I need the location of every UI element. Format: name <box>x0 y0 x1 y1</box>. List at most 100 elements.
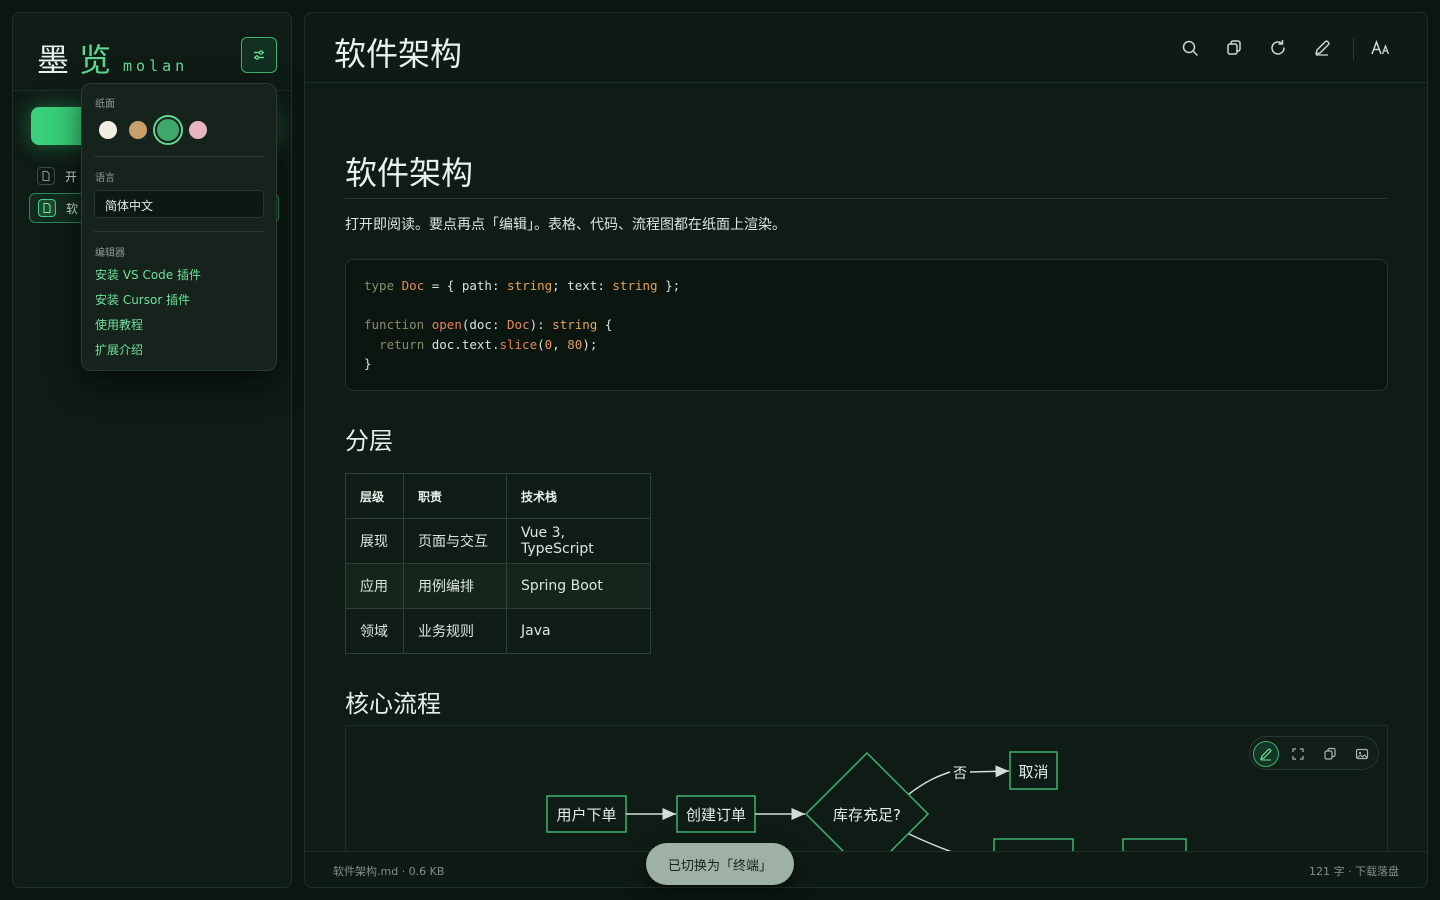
paper-swatch-green-selected[interactable] <box>155 117 181 143</box>
code-token: Doc <box>507 317 530 332</box>
flow-node-next-2 <box>1122 838 1187 851</box>
table-header: 层级 <box>345 473 404 519</box>
code-token: ): <box>529 317 553 332</box>
editor-label: 编辑器 <box>95 248 125 259</box>
word-count-status: 121 字 · 下载落盘 <box>1309 865 1399 878</box>
flow-edge-yes <box>908 833 952 851</box>
edit-button[interactable] <box>1311 37 1333 59</box>
sidebar-item-label: 开 <box>65 169 78 184</box>
code-token: string <box>507 278 553 293</box>
table-cell: Java <box>506 608 651 654</box>
language-select[interactable]: 简体中文 <box>94 190 264 218</box>
language-label: 语言 <box>95 173 115 184</box>
topbar: 软件架构 <box>305 13 1427 83</box>
section-heading-flow: 核心流程 <box>345 690 441 718</box>
tutorial-link[interactable]: 使用教程 <box>95 316 143 333</box>
sidebar-item-label: 软 <box>66 201 79 216</box>
heading-rule <box>345 198 1387 199</box>
code-token: } <box>364 356 372 371</box>
code-token: }; <box>657 278 681 293</box>
code-token: open <box>431 317 462 332</box>
code-token: Doc <box>401 278 425 293</box>
flow-decision-stock <box>804 751 930 851</box>
table-header: 职责 <box>403 473 507 519</box>
table-cell: 展现 <box>345 518 404 564</box>
code-token: (doc: <box>461 317 508 332</box>
code-token: string <box>552 317 598 332</box>
toolbar-separator <box>1353 38 1354 60</box>
paper-swatch-cream[interactable] <box>99 121 117 139</box>
layers-table: 层级 职责 技术栈 展现 页面与交互 Vue 3, TypeScript 应用 … <box>345 473 651 654</box>
flow-edit-button[interactable] <box>1253 741 1279 767</box>
flow-fullscreen-button[interactable] <box>1285 741 1311 767</box>
flowchart-canvas: 用户下单 创建订单 库存充足? 否 取消 <box>546 751 1187 851</box>
refresh-icon <box>1271 39 1285 55</box>
install-cursor-link[interactable]: 安装 Cursor 插件 <box>95 291 190 308</box>
code-token: type <box>364 278 395 293</box>
code-token: ; text: <box>552 278 613 293</box>
copy-icon <box>1324 747 1336 760</box>
search-button[interactable] <box>1179 37 1201 59</box>
flow-node-create-label: 创建订单 <box>686 806 746 824</box>
code-block: type Doc = { path: string; text: string … <box>345 259 1388 391</box>
table-cell: 领域 <box>345 608 404 654</box>
flow-decision-label: 库存充足? <box>833 806 901 824</box>
code-token: , <box>552 336 568 352</box>
flow-node-next <box>993 838 1074 851</box>
search-icon <box>1182 40 1198 56</box>
fullscreen-icon <box>1292 748 1304 760</box>
flow-node-order-label: 用户下单 <box>556 806 616 824</box>
flow-copy-button[interactable] <box>1317 741 1343 767</box>
code-token: string <box>612 278 658 293</box>
main-panel: 软件架构 软件架构 打开即阅读。要点再点「编辑」。表格、代码、流程图都在纸面上渲… <box>304 12 1428 888</box>
settings-toggle-button[interactable] <box>241 37 277 73</box>
flow-edge-no <box>908 771 951 795</box>
sliders-icon <box>254 50 264 60</box>
code-token: ); <box>582 336 598 352</box>
paper-swatch-tan[interactable] <box>129 121 147 139</box>
copy-icon <box>1227 40 1241 55</box>
table-cell: 页面与交互 <box>403 518 507 564</box>
flow-node-cancel-label: 取消 <box>1018 763 1048 781</box>
status-bar: 软件架构.md · 0.6 KB 121 字 · 下载落盘 <box>305 851 1427 887</box>
document-heading: 软件架构 <box>345 154 474 192</box>
table-cell: 业务规则 <box>403 608 507 654</box>
install-vscode-link[interactable]: 安装 VS Code 插件 <box>95 266 201 283</box>
paper-swatch-pink[interactable] <box>189 121 207 139</box>
intro-paragraph: 打开即阅读。要点再点「编辑」。表格、代码、流程图都在纸面上渲染。 <box>345 217 786 233</box>
image-icon <box>1355 748 1369 760</box>
code-token: 80 <box>567 336 583 352</box>
code-token: return <box>379 336 425 352</box>
pencil-icon <box>1315 40 1330 56</box>
table-header: 技术栈 <box>506 473 651 519</box>
divider <box>94 156 264 157</box>
refresh-button[interactable] <box>1267 37 1289 59</box>
flow-edge-no-label: 否 <box>953 766 967 782</box>
font-size-icon <box>1371 39 1390 55</box>
table-row: 应用 用例编排 Spring Boot <box>345 563 651 609</box>
flowchart: 用户下单 创建订单 库存充足? 否 取消 <box>345 725 1388 851</box>
font-size-button[interactable] <box>1369 37 1393 59</box>
code-token: ( <box>537 336 545 352</box>
extension-intro-link[interactable]: 扩展介绍 <box>95 341 143 358</box>
table-cell: Vue 3, TypeScript <box>506 518 651 564</box>
table-cell: 应用 <box>345 563 404 609</box>
code-token: = { path: <box>424 278 508 293</box>
file-icon <box>37 167 55 185</box>
table-cell: 用例编排 <box>403 563 507 609</box>
table-row: 领域 业务规则 Java <box>345 608 651 654</box>
brand-name-part1: 墨 <box>37 41 70 79</box>
flow-edge-no-arrow <box>969 765 1010 778</box>
code-token: doc.text. <box>424 336 500 352</box>
file-info: 软件架构.md · 0.6 KB <box>333 865 445 878</box>
divider <box>94 231 264 232</box>
copy-button[interactable] <box>1223 37 1245 59</box>
flow-export-image-button[interactable] <box>1349 741 1375 767</box>
brand-name-part2: 览 <box>79 41 112 79</box>
brand-latin: molan <box>123 57 189 75</box>
pencil-icon <box>1260 748 1272 761</box>
section-heading-layers: 分层 <box>345 427 393 455</box>
code-token: { <box>597 317 613 332</box>
code-token: slice <box>499 336 538 352</box>
file-icon <box>38 199 56 217</box>
